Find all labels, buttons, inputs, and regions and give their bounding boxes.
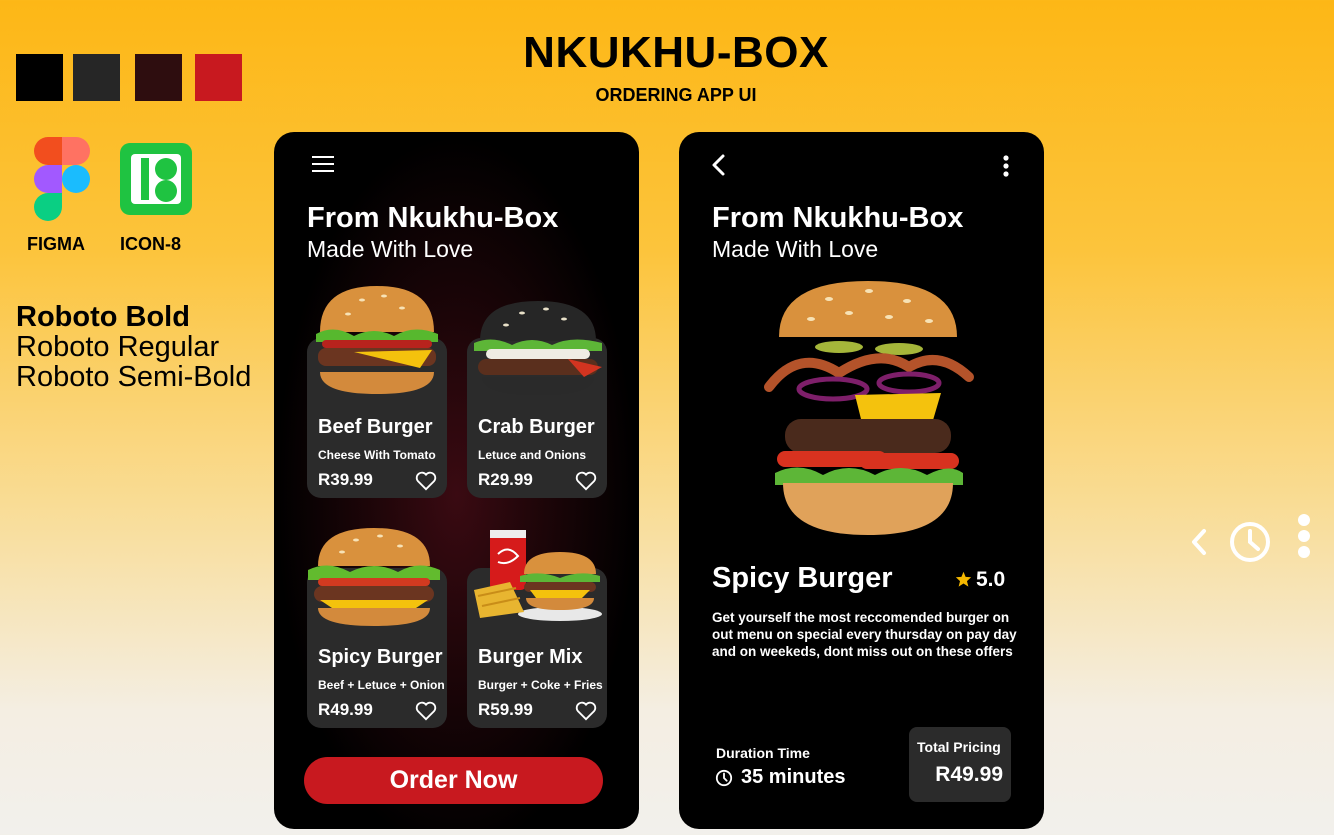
clock-icon: [715, 769, 733, 787]
item-price: R59.99: [478, 700, 533, 719]
heart-icon[interactable]: [415, 701, 437, 721]
menu-title: From Nkukhu-Box: [307, 202, 559, 234]
color-swatch-black: [16, 54, 63, 101]
back-icon[interactable]: [711, 153, 727, 177]
item-name: Spicy Burger: [318, 646, 443, 668]
rating-value: 5.0: [976, 568, 1006, 591]
font-sample-semibold: Roboto Semi-Bold: [16, 361, 252, 393]
detail-title: From Nkukhu-Box: [712, 202, 964, 234]
color-swatch-dark-maroon: [135, 54, 182, 101]
spicy-burger-image: [308, 528, 440, 626]
icons8-logo-icon: [120, 143, 192, 215]
font-sample-regular: Roboto Regular: [16, 331, 220, 363]
detail-subtitle: Made With Love: [712, 236, 879, 262]
duration-label: Duration Time: [716, 745, 810, 761]
rating: 5.0: [955, 568, 1005, 592]
item-price: R49.99: [318, 700, 373, 719]
beef-burger-image: [316, 286, 438, 394]
item-name: Beef Burger: [318, 416, 433, 438]
star-icon: [955, 571, 972, 587]
color-swatch-red: [195, 54, 242, 101]
figma-logo-icon: [34, 137, 90, 221]
detail-screen: From Nkukhu-Box Made With Love Spicy Bur…: [679, 132, 1044, 829]
heart-icon[interactable]: [415, 471, 437, 491]
price-value: R49.99: [935, 763, 1003, 786]
more-vertical-icon: [1298, 514, 1310, 558]
menu-icon[interactable]: [312, 154, 334, 174]
font-sample-bold: Roboto Bold: [16, 301, 190, 333]
item-price: R39.99: [318, 470, 373, 489]
heart-icon[interactable]: [575, 471, 597, 491]
color-swatch-charcoal: [73, 54, 120, 101]
detail-item-name: Spicy Burger: [712, 562, 893, 594]
item-desc: Letuce and Onions: [478, 448, 587, 462]
menu-screen: From Nkukhu-Box Made With Love Beef Burg…: [274, 132, 639, 829]
clock-icon: [1230, 522, 1270, 562]
item-desc: Burger + Coke + Fries: [478, 678, 603, 692]
duration-value: 35 minutes: [741, 766, 846, 788]
burger-mix-image: [474, 530, 602, 621]
spicy-burger-hero-image: [764, 281, 974, 535]
item-name: Burger Mix: [478, 646, 583, 668]
figma-label: FIGMA: [27, 234, 85, 254]
item-price: R29.99: [478, 470, 533, 489]
menu-subtitle: Made With Love: [307, 236, 474, 262]
detail-description: Get yourself the most reccomended burger…: [712, 610, 1017, 659]
more-vertical-icon[interactable]: [1001, 154, 1011, 178]
heart-icon[interactable]: [575, 701, 597, 721]
item-name: Crab Burger: [478, 416, 595, 438]
total-pricing-box: Total Pricing R49.99: [909, 727, 1011, 802]
item-desc: Cheese With Tomato: [318, 448, 436, 462]
price-label: Total Pricing: [917, 739, 1001, 755]
icon8-label: ICON-8: [120, 234, 182, 254]
order-now-button[interactable]: Order Now: [304, 757, 603, 804]
item-desc: Beef + Letuce + Onion: [318, 678, 445, 692]
crab-burger-image: [474, 301, 602, 395]
back-icon: [1192, 529, 1206, 555]
